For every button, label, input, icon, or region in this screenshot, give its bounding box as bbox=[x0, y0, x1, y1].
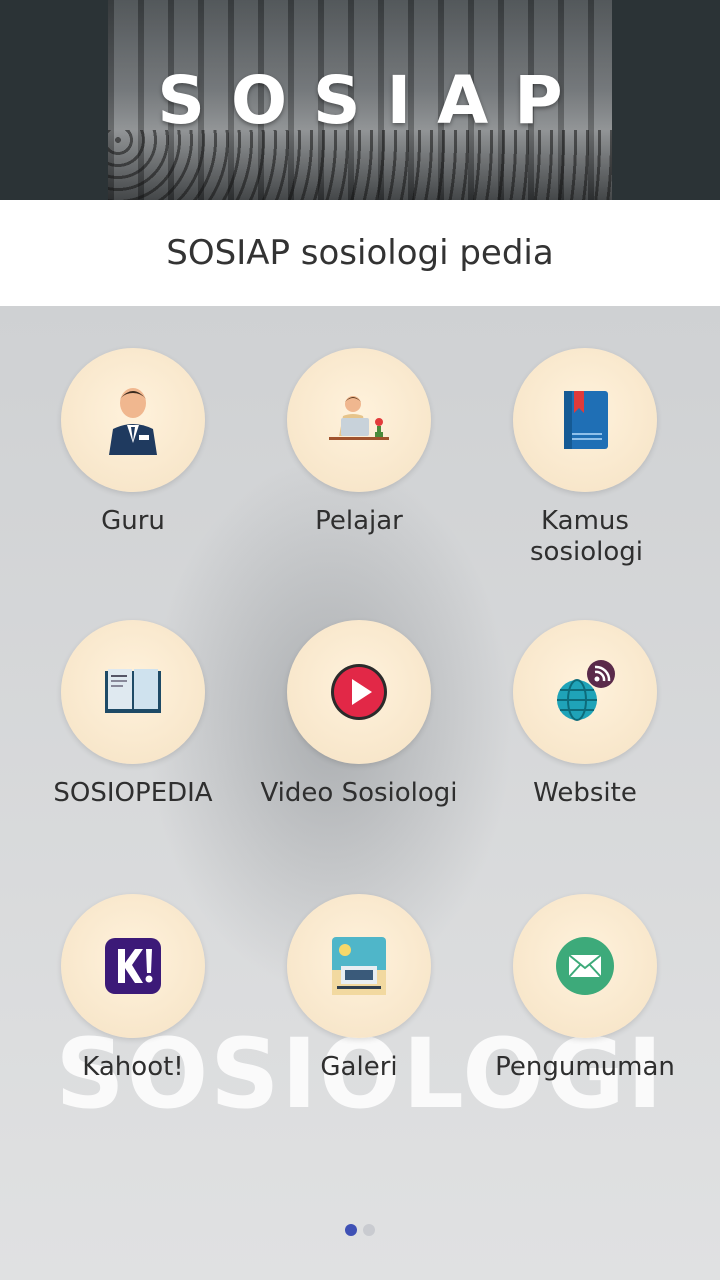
page-dot-active[interactable] bbox=[345, 1224, 357, 1236]
menu-item-circle[interactable] bbox=[61, 348, 205, 492]
menu-item-circle[interactable] bbox=[287, 348, 431, 492]
menu-item-label: Guru bbox=[101, 506, 165, 536]
mail-icon bbox=[556, 937, 614, 995]
menu-item-label: SOSIOPEDIA bbox=[53, 778, 213, 808]
menu-item-label: Pelajar bbox=[315, 506, 403, 536]
menu-item-label: Kahoot! bbox=[82, 1052, 184, 1082]
menu-item-pengumuman[interactable]: Pengumuman bbox=[472, 894, 698, 1083]
menu-item-guru[interactable]: Guru bbox=[20, 348, 246, 537]
menu-item-website[interactable]: Website bbox=[472, 620, 698, 809]
menu-item-label: Kamus sosiologi bbox=[530, 506, 643, 567]
menu-item-circle[interactable] bbox=[287, 620, 431, 764]
menu-item-circle[interactable] bbox=[513, 620, 657, 764]
gallery-icon bbox=[332, 937, 386, 995]
menu-item-circle[interactable] bbox=[287, 894, 431, 1038]
menu-item-kamus[interactable]: Kamus sosiologi bbox=[472, 348, 698, 568]
menu-item-circle[interactable] bbox=[513, 894, 657, 1038]
menu-item-pelajar[interactable]: Pelajar bbox=[246, 348, 472, 537]
kahoot-icon bbox=[105, 938, 161, 994]
menu-item-label: Galeri bbox=[320, 1052, 398, 1082]
menu-item-label: Pengumuman bbox=[495, 1052, 675, 1082]
menu-item-circle[interactable] bbox=[61, 894, 205, 1038]
menu-item-label: Video Sosiologi bbox=[260, 778, 458, 808]
globe-rss-icon bbox=[557, 660, 615, 721]
menu-item-circle[interactable] bbox=[513, 348, 657, 492]
banner-title: SOSIAP bbox=[157, 62, 589, 139]
open-book-icon bbox=[105, 669, 161, 713]
menu-item-circle[interactable] bbox=[61, 620, 205, 764]
menu-area: SOSIOLOGI Guru Pelajar Kamus sosiologi S… bbox=[0, 306, 720, 1280]
page-dot[interactable] bbox=[363, 1224, 375, 1236]
dictionary-book-icon bbox=[564, 391, 608, 449]
play-video-icon bbox=[331, 664, 387, 720]
header-banner: SOSIAP bbox=[0, 0, 720, 200]
teacher-icon bbox=[109, 388, 157, 455]
menu-item-sosiopedia[interactable]: SOSIOPEDIA bbox=[20, 620, 246, 809]
menu-item-video[interactable]: Video Sosiologi bbox=[246, 620, 472, 809]
student-desk-icon bbox=[329, 396, 389, 440]
subtitle-bar: SOSIAP sosiologi pedia bbox=[0, 200, 720, 306]
page-indicator bbox=[0, 1224, 720, 1236]
menu-item-galeri[interactable]: Galeri bbox=[246, 894, 472, 1083]
menu-item-kahoot[interactable]: Kahoot! bbox=[20, 894, 246, 1083]
app-subtitle: SOSIAP sosiologi pedia bbox=[166, 233, 554, 273]
menu-item-label: Website bbox=[533, 778, 637, 808]
